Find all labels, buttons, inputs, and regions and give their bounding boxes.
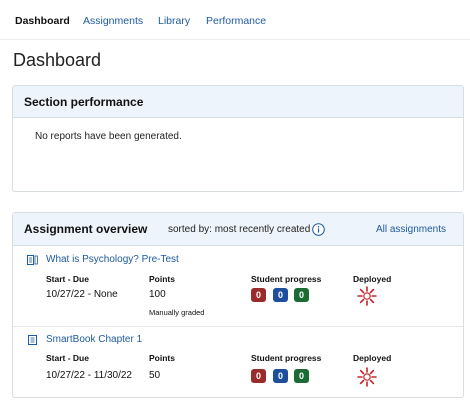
manually-graded-note: Manually graded — [149, 308, 205, 317]
deployed-label: Deployed — [353, 353, 392, 363]
section-performance-header: Section performance — [13, 86, 463, 118]
top-nav: Dashboard Assignments Library Performanc… — [0, 0, 470, 40]
no-reports-message: No reports have been generated. — [35, 131, 182, 142]
smartbook-icon — [28, 335, 37, 345]
points-value: 50 — [149, 370, 161, 381]
points-label: Points — [149, 274, 175, 284]
progress-badge-in-progress[interactable]: 0 — [273, 369, 288, 383]
start-due-value: 10/27/22 - None — [46, 289, 118, 300]
assignment-row: SmartBook Chapter 1 Start - Due Points S… — [13, 327, 463, 397]
deployed-starburst-icon — [357, 286, 377, 306]
test-document-icon — [27, 255, 38, 265]
nav-tab-assignments[interactable]: Assignments — [83, 15, 143, 27]
page-title: Dashboard — [13, 50, 102, 70]
progress-badge-in-progress[interactable]: 0 — [273, 288, 288, 302]
nav-tab-performance[interactable]: Performance — [206, 15, 266, 27]
nav-tab-dashboard[interactable]: Dashboard — [15, 15, 70, 27]
student-progress-label: Student progress — [251, 274, 322, 284]
info-circle-icon[interactable] — [312, 223, 325, 236]
points-value: 100 — [149, 289, 166, 300]
assignment-row: What is Psychology? Pre-Test Start - Due… — [13, 246, 463, 326]
sorted-by-label: sorted by: most recently created — [168, 224, 311, 235]
student-progress-label: Student progress — [251, 353, 322, 363]
all-assignments-link[interactable]: All assignments — [376, 224, 446, 235]
start-due-value: 10/27/22 - 11/30/22 — [46, 370, 132, 381]
points-label: Points — [149, 353, 175, 363]
deployed-label: Deployed — [353, 274, 392, 284]
section-performance-title: Section performance — [24, 95, 144, 109]
assignment-overview-title: Assignment overview — [24, 222, 148, 236]
progress-badge-not-started[interactable]: 0 — [251, 288, 266, 302]
section-performance-card: Section performance No reports have been… — [12, 85, 464, 192]
assignment-overview-card: Assignment overview sorted by: most rece… — [12, 212, 464, 398]
assignment-overview-header: Assignment overview sorted by: most rece… — [13, 213, 463, 246]
start-due-label: Start - Due — [46, 274, 89, 284]
assignment-title-link[interactable]: SmartBook Chapter 1 — [46, 334, 142, 345]
assignment-title-link[interactable]: What is Psychology? Pre-Test — [46, 254, 179, 265]
progress-badge-not-started[interactable]: 0 — [251, 369, 266, 383]
deployed-starburst-icon — [357, 367, 377, 387]
progress-badge-submitted[interactable]: 0 — [294, 288, 309, 302]
progress-badge-submitted[interactable]: 0 — [294, 369, 309, 383]
start-due-label: Start - Due — [46, 353, 89, 363]
nav-tab-library[interactable]: Library — [158, 15, 190, 27]
